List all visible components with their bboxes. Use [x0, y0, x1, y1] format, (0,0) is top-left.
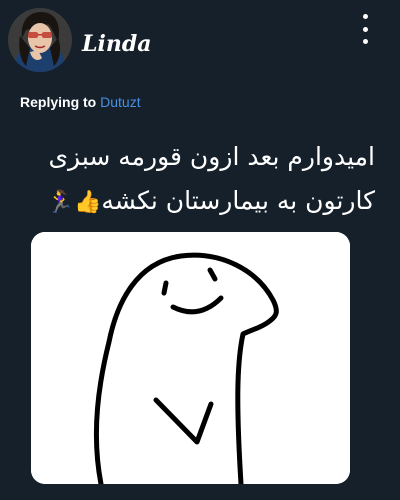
avatar[interactable]: [8, 8, 72, 72]
tweet-text-line: امیدوارم بعد ازون قورمه سبزی: [20, 135, 375, 179]
author-name[interactable]: Linda: [82, 30, 151, 58]
reply-handle-link[interactable]: Dutuzt: [100, 94, 140, 110]
thumbs-up-emoji: 👍: [73, 190, 102, 215]
more-dot: [362, 14, 368, 19]
reply-context: Replying to Dutuzt: [20, 93, 141, 111]
tweet-screen: Linda Replying to Dutuzt امیدوارم بعد از…: [0, 0, 400, 500]
tweet-text-line-1: امیدوارم بعد ازون قورمه سبزی: [48, 142, 375, 171]
tweet-media-image[interactable]: [31, 232, 350, 484]
tweet-text-line-2: کارتون به بیمارستان نکشه: [101, 186, 375, 215]
reply-prefix: Replying to: [20, 94, 97, 110]
more-dot: [362, 26, 368, 32]
more-vertical-icon[interactable]: [358, 14, 372, 44]
tweet-text-line: کارتون به بیمارستان نکشه👍🏃‍♀️: [20, 179, 375, 225]
more-dot: [362, 39, 368, 44]
running-woman-emoji: 🏃‍♀️: [46, 190, 74, 215]
tweet-text: امیدوارم بعد ازون قورمه سبزی کارتون به ب…: [20, 135, 375, 225]
